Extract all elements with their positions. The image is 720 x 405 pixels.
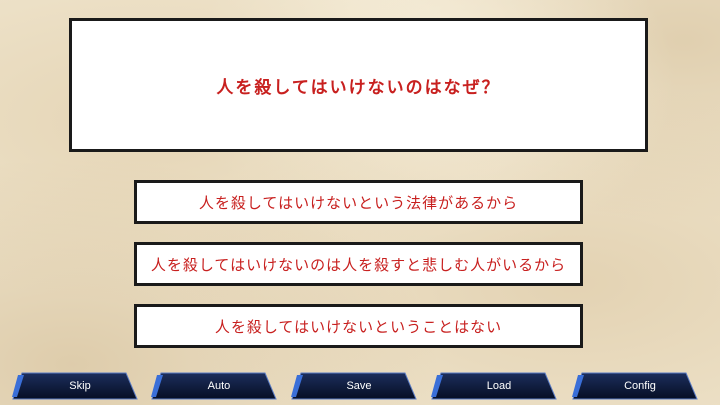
choice-3[interactable]: 人を殺してはいけないということはない — [134, 304, 583, 348]
choice-1-label: 人を殺してはいけないという法律があるから — [198, 193, 519, 212]
skip-button[interactable]: Skip — [12, 372, 138, 400]
config-button-label: Config — [624, 380, 656, 392]
load-button[interactable]: Load — [431, 372, 557, 400]
choice-3-label: 人を殺してはいけないということはない — [214, 317, 503, 336]
choice-2-label: 人を殺してはいけないのは人を殺すと悲しむ人がいるから — [150, 255, 567, 274]
auto-button[interactable]: Auto — [151, 372, 277, 400]
save-button[interactable]: Save — [291, 372, 417, 400]
choice-1[interactable]: 人を殺してはいけないという法律があるから — [134, 180, 583, 224]
question-text: 人を殺してはいけないのはなぜ？ — [216, 77, 501, 98]
config-button[interactable]: Config — [572, 372, 698, 400]
choice-2[interactable]: 人を殺してはいけないのは人を殺すと悲しむ人がいるから — [134, 242, 583, 286]
question-box: 人を殺してはいけないのはなぜ？ — [69, 18, 648, 152]
auto-button-label: Auto — [207, 380, 231, 392]
menu-bar: Skip Auto Save Load Config — [0, 370, 720, 405]
load-button-label: Load — [486, 380, 512, 392]
save-button-label: Save — [346, 380, 372, 392]
skip-button-label: Skip — [69, 380, 91, 392]
